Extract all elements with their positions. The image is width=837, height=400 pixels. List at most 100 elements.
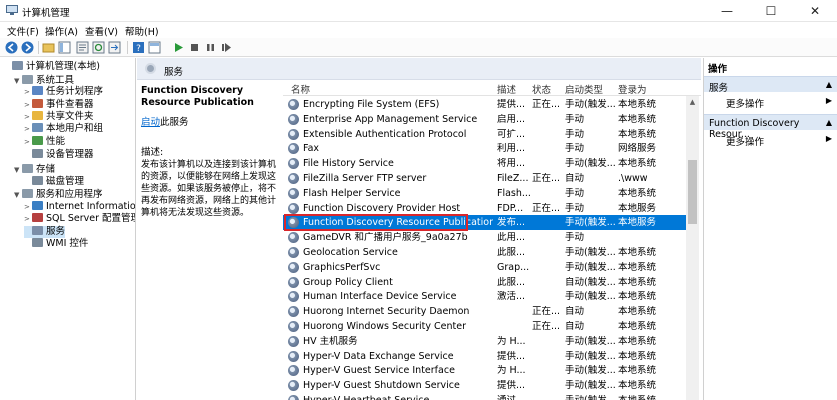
column-description[interactable]: 描述 bbox=[497, 82, 516, 96]
list-header: 名称 描述 状态 启动类型 登录为 bbox=[283, 80, 701, 96]
service-row[interactable]: Function Discovery Provider Host FDP... 正在… bbox=[283, 201, 687, 216]
pause-service-icon[interactable] bbox=[204, 41, 217, 54]
tree-item[interactable]: WMI 控件 bbox=[24, 238, 88, 250]
tree-item[interactable]: > SQL Server 配置管理器 bbox=[24, 213, 135, 225]
service-row[interactable]: Hyper-V Guest Shutdown Service 提供... 手动(触发… bbox=[283, 378, 687, 393]
expand-toggle-icon[interactable]: > bbox=[24, 99, 32, 111]
column-logon-as[interactable]: 登录为 bbox=[618, 82, 647, 96]
expand-toggle-icon[interactable]: > bbox=[24, 213, 32, 225]
start-service-link[interactable]: 启动 bbox=[141, 117, 160, 128]
expand-toggle-icon[interactable]: > bbox=[24, 201, 32, 213]
menu-help[interactable]: 帮助(H) bbox=[125, 24, 159, 38]
service-name: Fax bbox=[303, 143, 320, 155]
help-icon[interactable]: ? bbox=[132, 41, 145, 54]
start-service-icon[interactable] bbox=[172, 41, 185, 54]
service-logon-as: 本地系统 bbox=[618, 365, 657, 377]
forward-icon[interactable] bbox=[21, 41, 34, 54]
close-button[interactable]: ✕ bbox=[793, 0, 837, 22]
tree-item[interactable]: > 性能 bbox=[24, 136, 65, 148]
tree-item[interactable]: ▼ 存储 bbox=[14, 164, 55, 176]
service-row[interactable]: FileZilla Server FTP server FileZ... 正在...… bbox=[283, 171, 687, 186]
scroll-thumb[interactable] bbox=[688, 160, 697, 224]
refresh-icon[interactable] bbox=[92, 41, 105, 54]
show-hide-tree-icon[interactable] bbox=[58, 41, 71, 54]
collapse-icon[interactable]: ▲ bbox=[826, 118, 832, 127]
expand-toggle-icon[interactable]: > bbox=[24, 136, 32, 148]
service-description: 提供... bbox=[497, 99, 526, 110]
tree-node-icon bbox=[22, 164, 33, 173]
service-row[interactable]: HV 主机服务 为 H... 手动(触发... 本地系统 bbox=[283, 334, 687, 349]
tree-node-icon bbox=[12, 61, 23, 70]
tree-item[interactable]: > 本地用户和组 bbox=[24, 123, 103, 135]
service-description: 激活... bbox=[497, 291, 526, 303]
expand-toggle-icon[interactable]: > bbox=[24, 86, 32, 98]
service-logon-as: 本地系统 bbox=[618, 276, 657, 288]
service-row[interactable]: File History Service 将用... 手动(触发... 本地系统 bbox=[283, 156, 687, 171]
stop-service-icon[interactable] bbox=[188, 41, 201, 54]
tree-node-icon bbox=[32, 111, 43, 120]
tree-item[interactable]: > 任务计划程序 bbox=[24, 86, 103, 98]
service-row[interactable]: GameDVR 和广播用户服务_9a0a27b 此用... 手动 bbox=[283, 230, 687, 245]
service-row[interactable]: Enterprise App Management Service 启用... 手动… bbox=[283, 112, 687, 127]
service-row[interactable]: Geolocation Service 此服... 手动(触发... 本地系统 bbox=[283, 245, 687, 260]
service-row[interactable]: GraphicsPerfSvc Grap... 手动(触发... 本地系统 bbox=[283, 260, 687, 275]
service-row[interactable]: Huorong Internet Security Daemon 正在... 自动 本… bbox=[283, 304, 687, 319]
expand-toggle-icon[interactable]: > bbox=[24, 111, 32, 123]
tree-item[interactable]: > 事件查看器 bbox=[24, 99, 94, 111]
service-description: 为 H... bbox=[497, 365, 526, 377]
service-row[interactable]: Extensible Authentication Protocol 可扩... 手… bbox=[283, 127, 687, 142]
tree-item[interactable]: > 共享文件夹 bbox=[24, 111, 94, 123]
service-status: 正在... bbox=[532, 99, 561, 110]
collapse-icon[interactable]: ▲ bbox=[826, 80, 832, 89]
service-row[interactable]: Huorong Windows Security Center 正在... 自动 本地… bbox=[283, 319, 687, 334]
service-row[interactable]: Hyper-V Heartbeat Service 通过... 手动(触发...本地… bbox=[283, 393, 687, 400]
back-icon[interactable] bbox=[5, 41, 18, 54]
service-name: FileZilla Server FTP server bbox=[303, 173, 427, 184]
tree-item[interactable]: 计算机管理(本地) bbox=[4, 61, 100, 73]
tree-item[interactable]: 设备管理器 bbox=[24, 149, 94, 161]
menu-action[interactable]: 操作(A) bbox=[45, 24, 78, 38]
view-icon[interactable] bbox=[148, 41, 161, 54]
export-list-icon[interactable] bbox=[108, 41, 121, 54]
actions-section-services[interactable]: 服务 ▲ bbox=[704, 76, 837, 94]
restart-service-icon[interactable] bbox=[220, 41, 233, 54]
service-row[interactable]: Fax 利用... 手动 网络服务 bbox=[283, 141, 687, 156]
service-row[interactable]: Flash Helper Service Flash... 手动 本地系统 bbox=[283, 186, 687, 201]
properties-icon[interactable] bbox=[76, 41, 89, 54]
expand-toggle-icon[interactable]: > bbox=[24, 123, 32, 135]
tree-node-icon bbox=[32, 176, 43, 185]
service-row[interactable]: Human Interface Device Service 激活... 手动(触发… bbox=[283, 289, 687, 304]
tree-item[interactable]: ▼ 服务和应用程序 bbox=[14, 189, 103, 201]
scroll-up-icon[interactable]: ▲ bbox=[686, 96, 699, 108]
minimize-button[interactable]: — bbox=[705, 0, 749, 22]
tree-item[interactable]: 磁盘管理 bbox=[24, 176, 84, 188]
menu-file[interactable]: 文件(F) bbox=[7, 24, 39, 38]
service-startup-type: 手动(触发... bbox=[565, 99, 616, 110]
service-startup-type: 手动(触发... bbox=[565, 350, 616, 362]
service-gear-icon bbox=[288, 202, 299, 214]
actions-section-selected-service[interactable]: Function Discovery Resour... ▲ bbox=[704, 114, 837, 140]
service-logon-as: .\www bbox=[618, 173, 648, 184]
more-actions-services[interactable]: 更多操作 ▶ bbox=[704, 93, 837, 110]
tree-item[interactable]: 服务 bbox=[24, 226, 66, 238]
tree-item[interactable]: > Internet Information Se bbox=[24, 201, 135, 213]
up-folder-icon[interactable] bbox=[42, 41, 55, 54]
vertical-scrollbar[interactable]: ▲ bbox=[686, 96, 699, 400]
column-status[interactable]: 状态 bbox=[532, 82, 551, 96]
column-startup-type[interactable]: 启动类型 bbox=[565, 82, 603, 96]
service-row[interactable]: Group Policy Client 此服... 自动(触发... 本地系统 bbox=[283, 275, 687, 290]
service-logon-as: 本地服务 bbox=[618, 217, 657, 229]
expand-toggle-icon[interactable]: ▼ bbox=[14, 164, 22, 176]
menu-view[interactable]: 查看(V) bbox=[85, 24, 118, 38]
service-row[interactable]: Hyper-V Data Exchange Service 提供... 手动(触发.… bbox=[283, 349, 687, 364]
service-row[interactable]: Encrypting File System (EFS) 提供... 正在... 手动… bbox=[283, 97, 687, 112]
expand-toggle-icon[interactable]: ▼ bbox=[14, 189, 22, 201]
submenu-arrow-icon: ▶ bbox=[825, 134, 832, 143]
column-name[interactable]: 名称 bbox=[291, 82, 310, 96]
service-row[interactable]: Hyper-V Guest Service Interface 为 H... 手动(… bbox=[283, 363, 687, 378]
service-name: Geolocation Service bbox=[303, 247, 398, 258]
actions-title: 操作 bbox=[704, 58, 837, 75]
more-actions-selected[interactable]: 更多操作 ▶ bbox=[704, 131, 837, 148]
expand-toggle-icon[interactable]: ▼ bbox=[14, 75, 22, 87]
maximize-button[interactable]: ☐ bbox=[749, 0, 793, 22]
